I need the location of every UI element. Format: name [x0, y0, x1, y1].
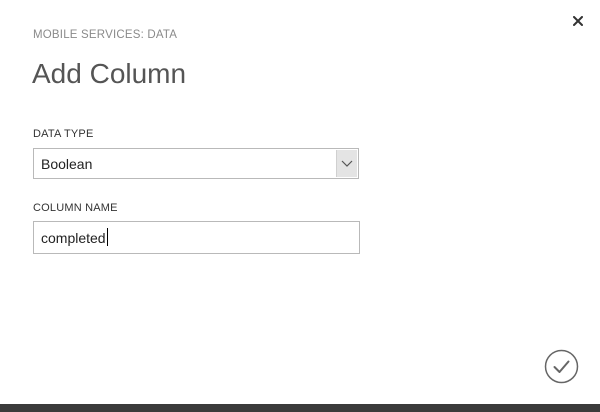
dialog-subtitle: MOBILE SERVICES: DATA [33, 29, 178, 41]
data-type-select[interactable]: Boolean [33, 148, 359, 179]
text-caret [107, 228, 108, 246]
column-name-label: COLUMN NAME [33, 202, 118, 214]
dropdown-arrow[interactable] [336, 150, 357, 177]
bottom-bar [0, 404, 600, 412]
column-name-input[interactable] [33, 221, 360, 254]
confirm-button[interactable] [544, 349, 579, 384]
chevron-down-icon [341, 160, 353, 167]
data-type-selected-value: Boolean [41, 156, 93, 172]
add-column-dialog: MOBILE SERVICES: DATA Add Column DATA TY… [0, 0, 600, 404]
dialog-title: Add Column [32, 58, 187, 89]
data-type-label: DATA TYPE [33, 128, 94, 140]
close-icon [573, 16, 583, 26]
checkmark-icon [544, 349, 579, 384]
close-button[interactable] [568, 11, 588, 31]
